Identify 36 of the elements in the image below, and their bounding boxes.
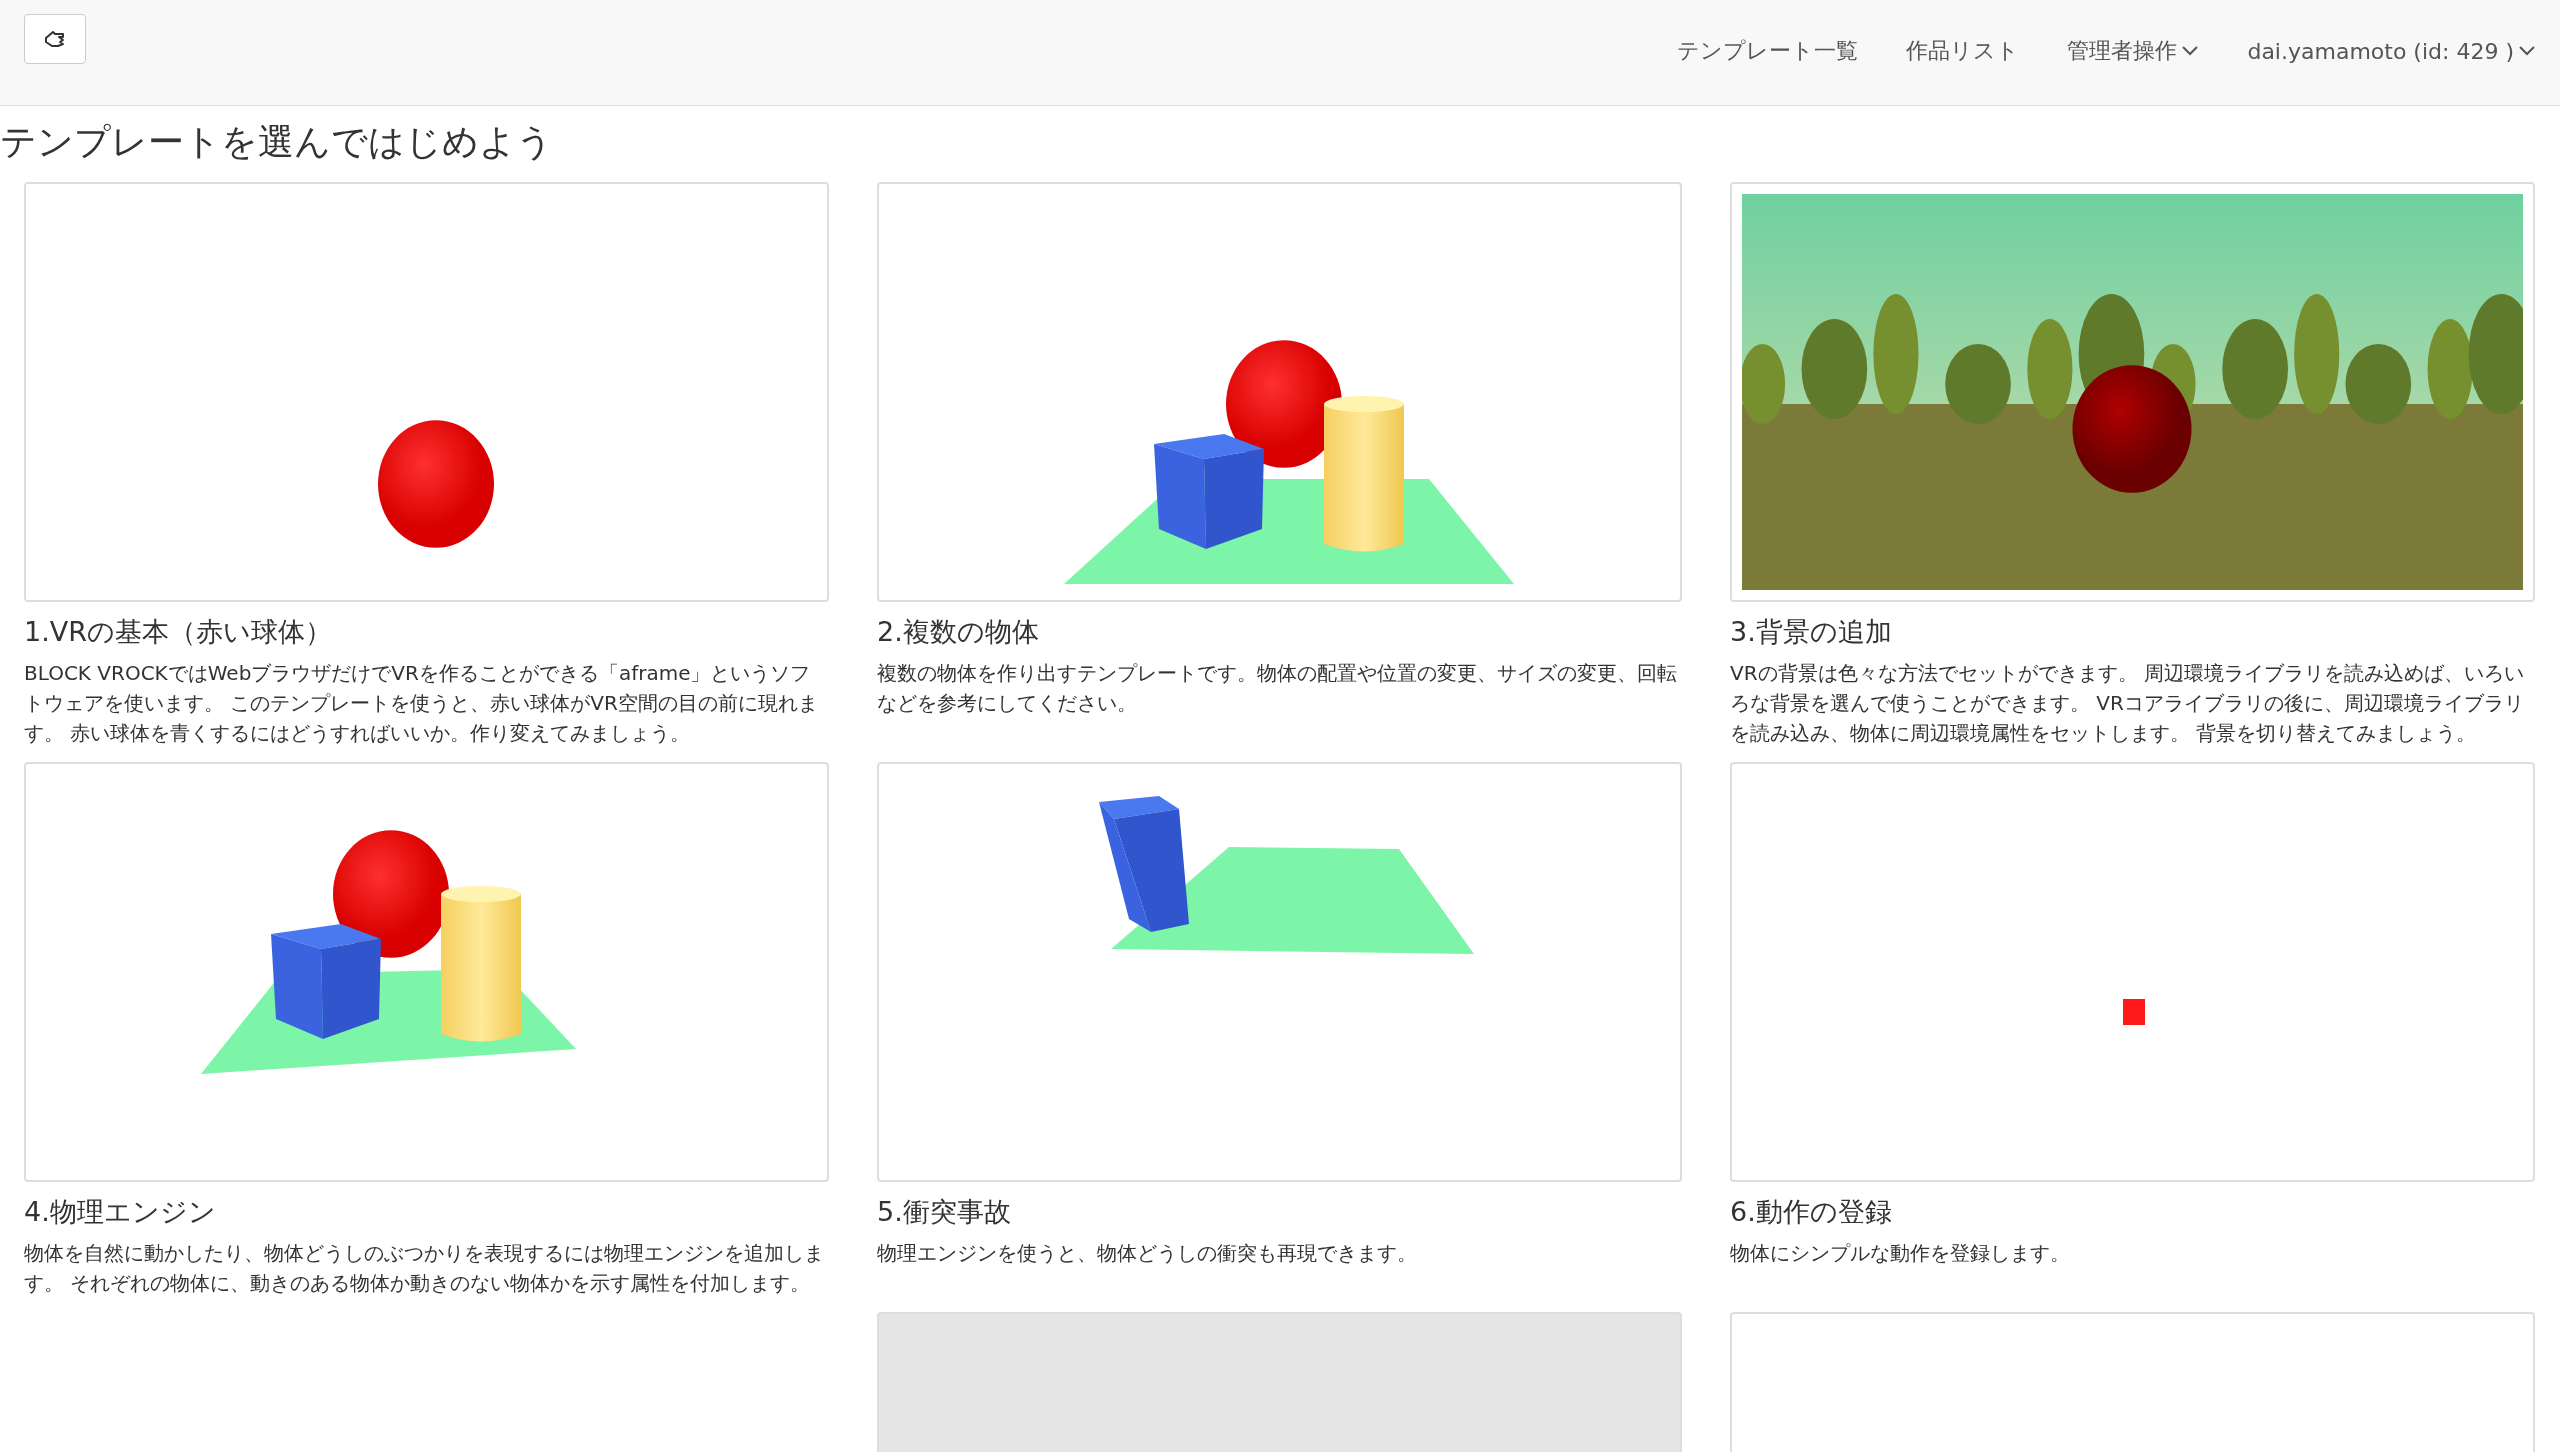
template-description: 物理エンジンを使うと、物体どうしの衝突も再現できます。 bbox=[877, 1240, 1418, 1267]
sphere-icon bbox=[378, 420, 494, 548]
cube-icon bbox=[271, 924, 381, 1039]
template-description: VRの背景は色々な方法でセットができます。 周辺環境ライブラリを読み込めば、いろいろな背景を選んで使うことができます。 VRコアライブラリの後に、周辺環境ライブラリを読み込み、物体に周辺環境属性をセットします。 背景を切り替えてみましょう。 bbox=[1730, 660, 2525, 747]
template-title: 3.背景の追加 bbox=[1730, 615, 1893, 649]
template-preview[interactable] bbox=[877, 762, 1682, 1182]
template-title: 2.複数の物体 bbox=[877, 615, 1040, 649]
chevron-down-icon bbox=[2518, 45, 2536, 57]
template-description: 物体にシンプルな動作を登録します。 bbox=[1730, 1240, 2071, 1267]
template-title: 4.物理エンジン bbox=[24, 1195, 217, 1229]
template-title: 6.動作の登録 bbox=[1730, 1195, 1893, 1229]
hand-pointer-icon bbox=[43, 28, 67, 50]
cylinder-icon bbox=[1324, 396, 1404, 552]
chevron-down-icon bbox=[2181, 45, 2200, 57]
plane-icon bbox=[1111, 847, 1474, 954]
sphere-icon bbox=[2072, 365, 2192, 493]
nav-link[interactable]: 管理者操作 bbox=[2067, 36, 2200, 66]
template-preview[interactable] bbox=[24, 762, 829, 1182]
page-heading: テンプレートを選んではじめよう bbox=[0, 120, 554, 164]
home-button[interactable] bbox=[24, 14, 86, 64]
sphere-icon bbox=[333, 830, 449, 958]
template-description: 複数の物体を作り出すテンプレートです。物体の配置や位置の変更、サイズの変更、回転などを参考にしてください。 bbox=[877, 660, 1678, 717]
cube-icon bbox=[1154, 434, 1264, 549]
cylinder-icon bbox=[441, 886, 521, 1042]
template-description: 物体を自然に動かしたり、物体どうしのぶつかりを表現するには物理エンジンを追加します。 それぞれの物体に、動きのある物体か動きのない物体かを示す属性を付加します。 bbox=[24, 1240, 825, 1297]
template-title: 1.VRの基本（赤い球体） bbox=[24, 615, 333, 649]
template-description: BLOCK VROCKではWebブラウザだけでVRを作ることができる「aframe」というソフトウェアを使います。 このテンプレートを使うと、赤い球体がVR空間の目の前に現れます。 赤い球体を青くするにはどうすればいいか。作り変えてみましょう。 bbox=[24, 660, 819, 747]
sphere-icon bbox=[1226, 340, 1342, 468]
template-preview[interactable] bbox=[877, 182, 1682, 602]
nav-link[interactable]: テンプレート一覧 bbox=[1677, 36, 1859, 66]
cube-icon bbox=[2123, 999, 2145, 1025]
template-preview[interactable] bbox=[24, 182, 829, 602]
nav-link[interactable]: 作品リスト bbox=[1906, 36, 2020, 66]
nav-link[interactable]: dai.yamamoto (id: 429 ) bbox=[2247, 36, 2536, 66]
template-title: 5.衝突事故 bbox=[877, 1195, 1012, 1229]
cube-icon bbox=[1099, 796, 1189, 932]
